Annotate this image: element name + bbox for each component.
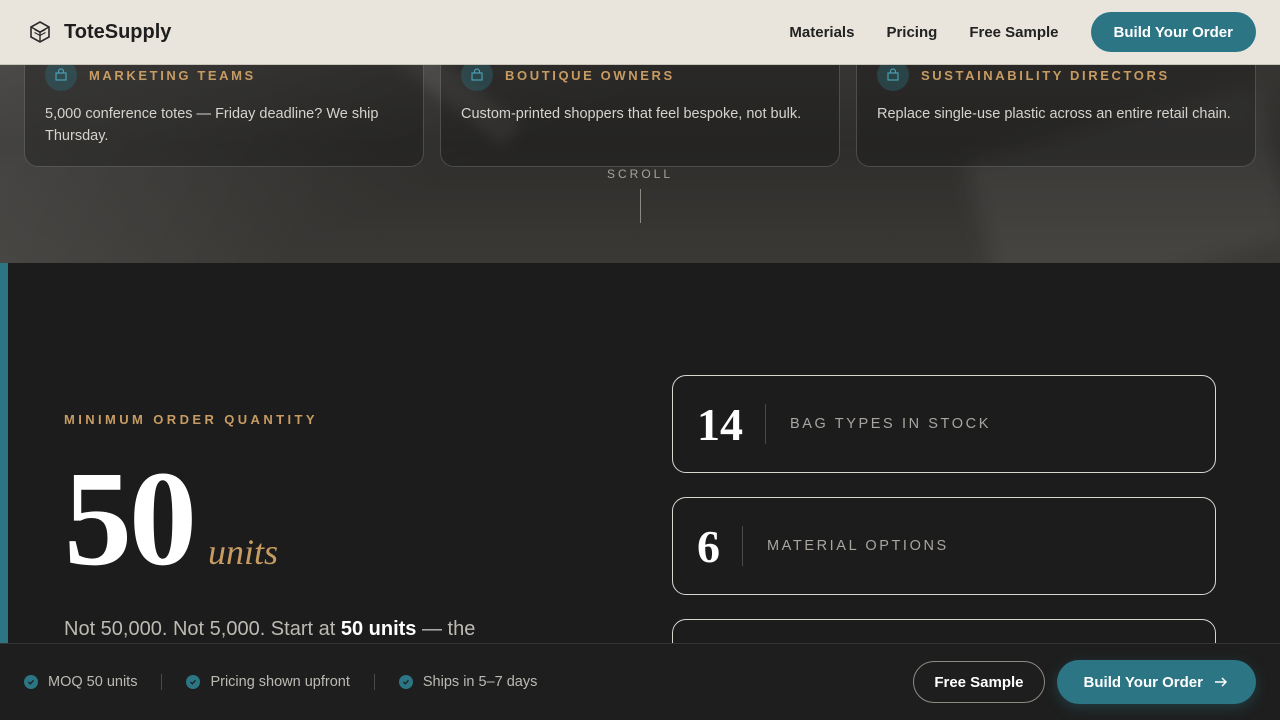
divider: [373, 674, 375, 690]
card-title: SUSTAINABILITY DIRECTORS: [921, 67, 1170, 83]
moq-headline: 50 units: [64, 449, 278, 589]
bottom-actions: Free Sample Build Your Order: [913, 660, 1256, 704]
card-title: BOUTIQUE OWNERS: [505, 67, 675, 83]
scroll-line: [639, 189, 641, 223]
moq-number: 50: [64, 444, 197, 594]
card-text: 5,000 conference totes — Friday deadline…: [45, 106, 379, 144]
build-order-cta-button[interactable]: Build Your Order: [1056, 660, 1256, 704]
brand[interactable]: ToteSupply: [28, 20, 171, 44]
stat-card-materials: 6 MATERIAL OPTIONS: [672, 497, 1216, 595]
moq-section: MINIMUM ORDER QUANTITY 50 units Not 50,0…: [0, 263, 1280, 717]
trust-item: MOQ 50 units: [24, 674, 137, 690]
stat-label: BAG TYPES IN STOCK: [790, 416, 991, 432]
build-order-button[interactable]: Build Your Order: [1090, 12, 1256, 52]
trust-label: MOQ 50 units: [48, 674, 138, 690]
stat-label: MATERIAL OPTIONS: [767, 538, 949, 554]
nav-link-materials[interactable]: Materials: [789, 24, 854, 41]
trust-item: Ships in 5–7 days: [398, 674, 538, 690]
brand-name: ToteSupply: [64, 20, 172, 43]
trust-label: Ships in 5–7 days: [422, 674, 538, 690]
scroll-indicator[interactable]: SCROLL: [600, 167, 680, 223]
trust-label: Pricing shown upfront: [210, 674, 350, 690]
moq-unit: units: [208, 532, 279, 572]
accent-bar: [0, 263, 8, 643]
logo-icon: [30, 21, 50, 43]
check-icon: [24, 675, 38, 689]
card-text: Custom-printed shoppers that feel bespok…: [461, 106, 802, 122]
moq-eyebrow: MINIMUM ORDER QUANTITY: [64, 412, 318, 427]
scroll-label: SCROLL: [606, 167, 674, 181]
moq-description: Not 50,000. Not 5,000. Start at 50 units…: [64, 618, 476, 640]
stat-card-bag-types: 14 BAG TYPES IN STOCK: [672, 375, 1216, 473]
build-order-label: Build Your Order: [1083, 673, 1203, 691]
nav-links: Materials Pricing Free Sample Build Your…: [789, 12, 1256, 52]
nav-link-free-sample[interactable]: Free Sample: [969, 24, 1058, 41]
free-sample-button[interactable]: Free Sample: [913, 661, 1045, 703]
card-title: MARKETING TEAMS: [89, 67, 256, 83]
nav-link-pricing[interactable]: Pricing: [886, 24, 937, 41]
sticky-bottom-bar: MOQ 50 units Pricing shown upfront Ships…: [0, 643, 1280, 720]
trust-badges: MOQ 50 units Pricing shown upfront Ships…: [24, 674, 537, 690]
check-icon: [398, 675, 413, 689]
trust-item: Pricing shown upfront: [186, 674, 350, 690]
check-icon: [186, 675, 201, 689]
stat-value: 14: [697, 398, 743, 450]
divider: [161, 674, 163, 690]
card-text: Replace single-use plastic across an ent…: [877, 106, 1231, 122]
top-navbar: ToteSupply Materials Pricing Free Sample…: [0, 0, 1280, 65]
arrow-right-icon: [1215, 677, 1228, 687]
stat-value: 6: [697, 520, 720, 572]
